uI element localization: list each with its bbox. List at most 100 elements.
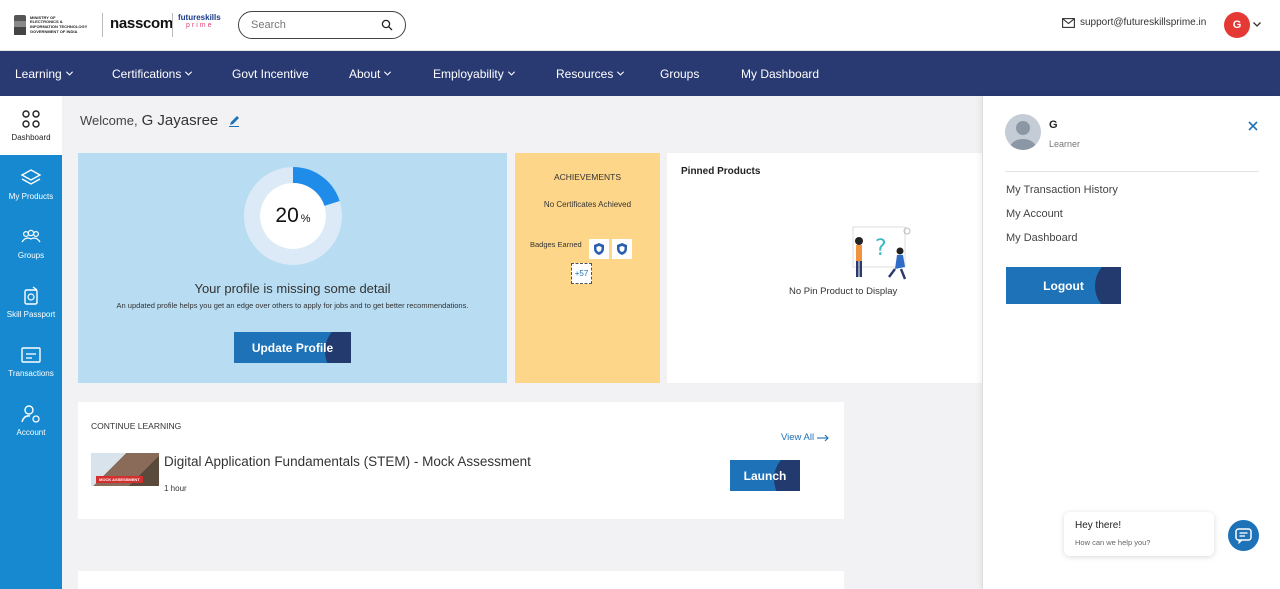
nav-item-my-dashboard[interactable]: My Dashboard — [741, 51, 819, 96]
top-bar: MINISTRY OF ELECTRONICS & INFORMATION TE… — [0, 0, 1280, 51]
nav-item-learning[interactable]: Learning — [15, 51, 74, 96]
panel-user-name: G — [1049, 119, 1058, 131]
profile-missing-subtitle: An updated profile helps you get an edge… — [116, 301, 469, 310]
search-icon[interactable] — [381, 19, 393, 31]
nav-item-resources[interactable]: Resources — [556, 51, 625, 96]
futureskills-prime-text: prime — [186, 22, 214, 29]
sidebar-item-my-products[interactable]: My Products — [0, 155, 62, 214]
support-email-link[interactable]: support@futureskillsprime.in — [1062, 17, 1206, 28]
next-section-card — [78, 571, 844, 589]
chat-greeting: Hey there! — [1075, 520, 1122, 531]
badges-label: Badges Earned — [530, 240, 582, 249]
chat-button[interactable] — [1228, 520, 1259, 551]
profile-completion-card: 20% Your profile is missing some detail … — [78, 153, 507, 383]
passport-icon — [24, 286, 38, 305]
sidebar-item-dashboard[interactable]: Dashboard — [0, 96, 62, 155]
nav-item-certifications[interactable]: Certifications — [112, 51, 193, 96]
dashboard-icon — [22, 110, 40, 128]
nav-item-govt-incentive[interactable]: Govt Incentive — [232, 51, 309, 96]
nav-item-label: Groups — [660, 66, 700, 81]
nav-item-label: My Dashboard — [741, 66, 820, 81]
nasscom-logo[interactable]: nasscom — [110, 15, 173, 32]
sidebar-item-transactions[interactable]: Transactions — [0, 332, 62, 391]
main-nav: Learning Certifications Govt Incentive A… — [0, 51, 1280, 96]
sidebar: Dashboard My Products Groups Skill Passp… — [0, 96, 62, 589]
chevron-down-icon — [185, 71, 193, 76]
nav-item-label: Resources — [556, 66, 614, 81]
badge-item[interactable] — [589, 239, 609, 259]
divider — [1005, 171, 1259, 172]
edit-icon[interactable] — [227, 114, 241, 128]
chevron-down-icon — [384, 71, 392, 76]
logo-divider — [172, 13, 173, 37]
pinned-products-card: Pinned Products ? No Pin Product to Disp… — [667, 153, 987, 383]
chevron-down-icon — [65, 71, 73, 76]
sidebar-item-skill-passport[interactable]: Skill Passport — [0, 273, 62, 332]
empty-state-illustration-icon: ? — [852, 226, 911, 280]
update-profile-button[interactable]: Update Profile — [234, 332, 351, 363]
svg-text:?: ? — [875, 236, 887, 261]
chevron-down-icon — [617, 71, 625, 76]
sidebar-item-label: Transactions — [8, 369, 54, 378]
sidebar-item-label: Dashboard — [11, 133, 51, 142]
profile-missing-title: Your profile is missing some detail — [194, 281, 391, 296]
sidebar-item-label: My Products — [8, 192, 54, 201]
chat-greeting-bubble[interactable]: Hey there! How can we help you? — [1064, 512, 1214, 556]
layers-icon — [20, 169, 42, 185]
panel-user-role: Learner — [1049, 139, 1081, 149]
more-badges-button[interactable]: +57 — [571, 263, 592, 284]
search-box[interactable]: Search — [238, 11, 406, 39]
launch-button[interactable]: Launch — [730, 460, 800, 491]
user-avatar[interactable]: G — [1224, 12, 1250, 38]
nav-item-about[interactable]: About — [349, 51, 392, 96]
user-avatar — [1005, 114, 1041, 150]
my-account-link[interactable]: My Account — [1006, 208, 1063, 220]
my-dashboard-link[interactable]: My Dashboard — [1006, 232, 1078, 244]
logout-button[interactable]: Logout — [1006, 267, 1121, 304]
close-icon[interactable] — [1247, 120, 1259, 132]
support-email: support@futureskillsprime.in — [1080, 17, 1207, 28]
mail-icon — [1062, 17, 1075, 28]
transactions-icon — [21, 347, 41, 363]
achievements-card: ACHIEVEMENTS No Certificates Achieved Ba… — [515, 153, 660, 383]
logout-label: Logout — [1043, 278, 1084, 293]
course-thumbnail[interactable]: MOCK ASSESSMENT — [91, 453, 159, 486]
meity-logo[interactable]: MINISTRY OF ELECTRONICS & INFORMATION TE… — [14, 12, 98, 38]
user-placeholder-icon — [1010, 121, 1036, 150]
course-thumbnail-tag: MOCK ASSESSMENT — [96, 476, 143, 483]
profile-percent: 20% — [244, 167, 342, 265]
national-emblem-icon — [14, 15, 26, 35]
welcome-heading: Welcome, G Jayasree — [80, 112, 241, 129]
course-title[interactable]: Digital Application Fundamentals (STEM) … — [164, 454, 531, 469]
pinned-empty-text: No Pin Product to Display — [789, 286, 898, 297]
transaction-history-link[interactable]: My Transaction History — [1006, 184, 1118, 196]
shield-badge-icon — [617, 243, 627, 255]
nav-item-label: Govt Incentive — [232, 66, 309, 81]
course-duration: 1 hour — [164, 484, 187, 493]
nav-item-label: Certifications — [112, 66, 182, 81]
chat-icon — [1235, 527, 1252, 544]
view-all-link[interactable]: View All — [781, 432, 829, 443]
account-icon — [21, 405, 40, 423]
profile-percent-sign: % — [300, 212, 311, 225]
chevron-down-icon[interactable] — [1252, 19, 1262, 29]
nav-item-label: About — [349, 66, 381, 81]
nav-item-groups[interactable]: Groups — [660, 51, 699, 96]
certificates-status: No Certificates Achieved — [543, 200, 632, 209]
sidebar-item-label: Groups — [17, 251, 45, 260]
profile-percent-value: 20 — [275, 204, 299, 227]
badge-item[interactable] — [612, 239, 632, 259]
futureskills-logo[interactable]: futureskills prime — [178, 13, 224, 37]
nav-item-employability[interactable]: Employability — [433, 51, 516, 96]
sidebar-item-account[interactable]: Account — [0, 391, 62, 450]
meity-line-4: GOVERNMENT OF INDIA — [30, 28, 78, 34]
meity-logo-text: MINISTRY OF ELECTRONICS & INFORMATION TE… — [30, 15, 87, 34]
sidebar-item-groups[interactable]: Groups — [0, 214, 62, 273]
continue-learning-title: CONTINUE LEARNING — [91, 421, 182, 431]
welcome-greeting: Welcome, — [80, 113, 138, 128]
arrow-right-icon — [817, 434, 829, 441]
launch-label: Launch — [743, 468, 787, 483]
search-input[interactable]: Search — [251, 19, 381, 31]
update-profile-label: Update Profile — [251, 340, 334, 355]
continue-learning-card: CONTINUE LEARNING View All MOCK ASSESSME… — [78, 402, 844, 519]
